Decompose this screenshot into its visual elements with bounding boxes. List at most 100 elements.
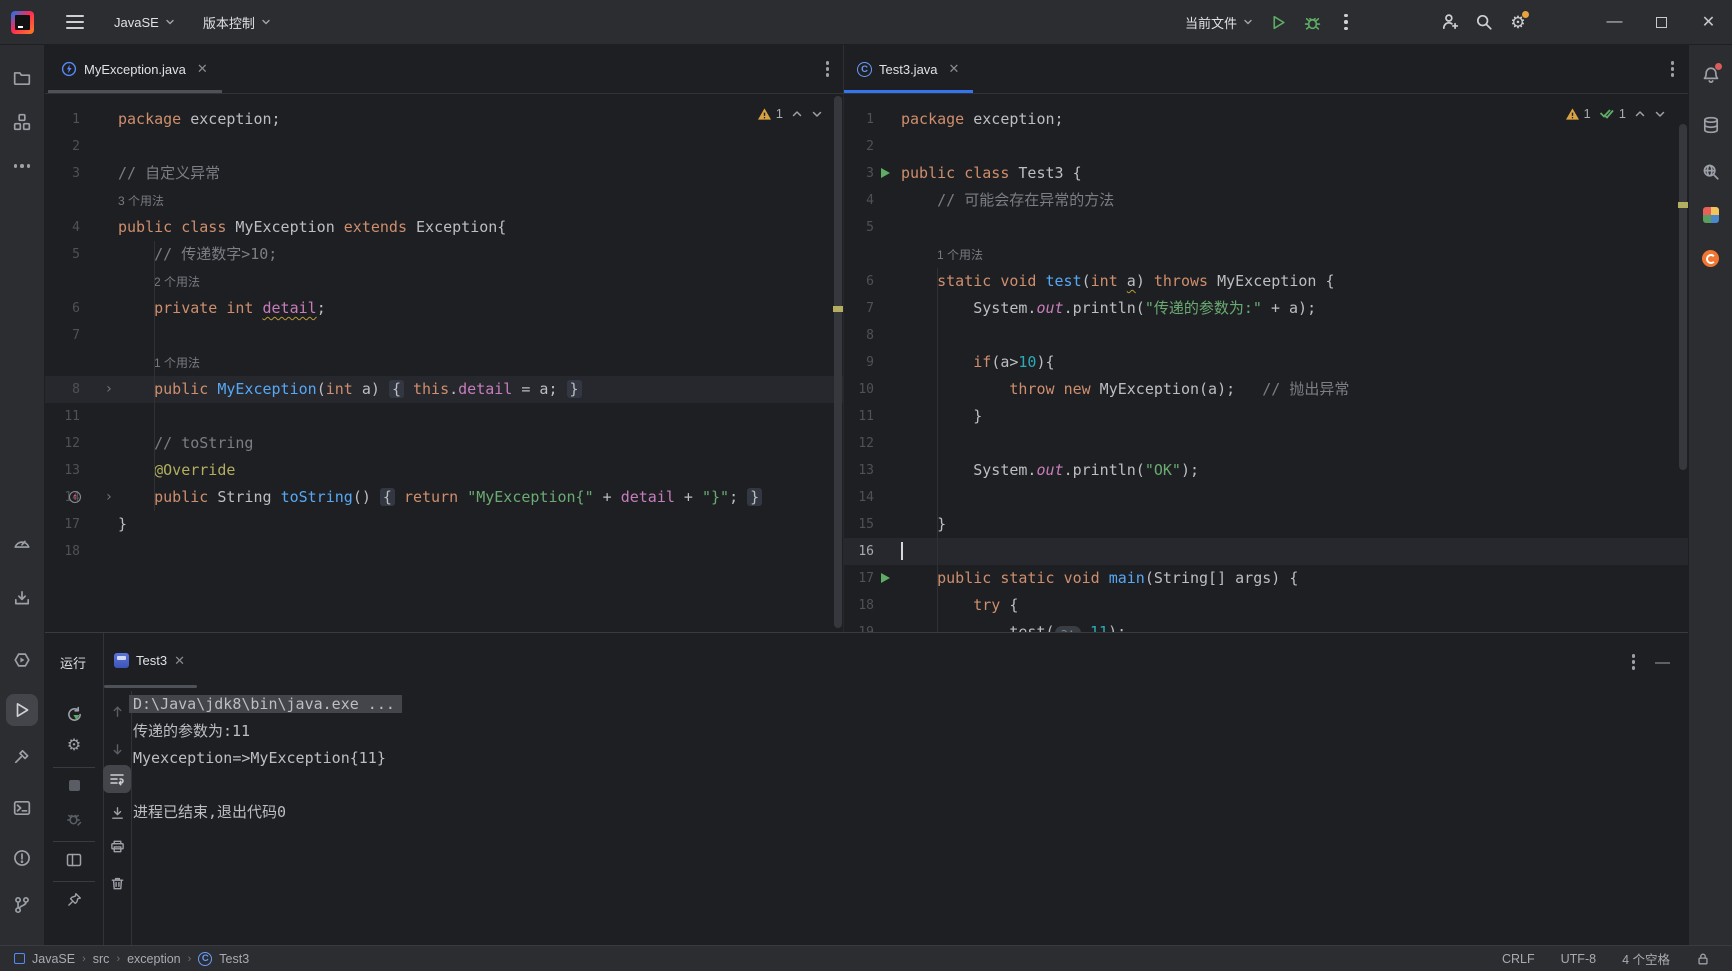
console-output[interactable]: D:\Java\jdk8\bin\java.exe ...传递的参数为:11My… <box>133 691 1688 945</box>
layout-settings-button[interactable] <box>60 846 88 874</box>
profiler-tool-icon gauge-icon[interactable] <box>6 526 38 558</box>
code-line[interactable]: 5 // 传递数字>10; <box>45 241 843 268</box>
inlay-hint-line[interactable]: 3 个用法 <box>45 187 843 214</box>
scroll-to-end-button[interactable] <box>103 799 131 827</box>
run-settings-button gear-icon[interactable]: ⚙ <box>60 732 88 760</box>
code-line[interactable]: 7 System.out.println("传递的参数为:" + a); <box>844 295 1688 322</box>
run-config-widget[interactable]: 当前文件 <box>1177 7 1261 37</box>
warning-stripe-mark[interactable] <box>833 306 843 312</box>
panel-hide-icon[interactable]: — <box>1655 654 1670 671</box>
code-line[interactable]: 18 try { <box>844 592 1688 619</box>
run-tool-icon play-icon[interactable] <box>6 694 38 726</box>
build-tool-icon hammer-icon[interactable] <box>6 741 38 773</box>
console-line[interactable]: Myexception=>MyException{11} <box>133 745 1688 772</box>
run-tab-test3[interactable]: Test3 ✕ <box>104 633 197 688</box>
code-line[interactable]: 6 static void test(int a) throws MyExcep… <box>844 268 1688 295</box>
code-line[interactable]: 15 } <box>844 511 1688 538</box>
console-line[interactable]: 传递的参数为:11 <box>133 718 1688 745</box>
code-line[interactable]: 17 public static void main(String[] args… <box>844 565 1688 592</box>
more-actions-button[interactable] <box>1329 7 1363 37</box>
image-plugin-icon[interactable] <box>1695 199 1727 231</box>
pin-button pin-icon[interactable] <box>60 885 88 913</box>
main-menu-icon[interactable] <box>66 15 84 29</box>
right-tab-options-icon[interactable] <box>1671 61 1675 77</box>
code-line[interactable]: 9 if(a>10){ <box>844 349 1688 376</box>
code-line[interactable]: 5 <box>844 214 1688 241</box>
tab-test3[interactable]: C Test3.java ✕ <box>844 45 973 93</box>
panel-more-icon[interactable] <box>1632 654 1636 670</box>
usages-inlay-hint[interactable]: 3 个用法 <box>118 194 164 208</box>
terminal-tool-icon[interactable] <box>6 792 38 824</box>
run-button[interactable] <box>1261 7 1295 37</box>
code-line[interactable]: 8 <box>844 322 1688 349</box>
console-line[interactable] <box>133 772 1688 799</box>
left-tab-options-icon[interactable] <box>826 61 830 77</box>
lock-icon[interactable] <box>1696 952 1710 966</box>
next-warning-icon[interactable] <box>1654 108 1666 120</box>
usages-inlay-hint[interactable]: 2 个用法 <box>154 275 200 289</box>
debug-button[interactable] <box>1295 7 1329 37</box>
indent-widget[interactable]: 4 个空格 <box>1622 949 1670 968</box>
usages-inlay-hint[interactable]: 1 个用法 <box>154 356 200 370</box>
settings-button[interactable]: ⚙ <box>1501 7 1535 37</box>
code-line[interactable]: 2 <box>844 133 1688 160</box>
up-stack-trace-button arrow-up-icon[interactable] <box>103 697 131 725</box>
code-line[interactable]: 8› public MyException(int a) { this.deta… <box>45 376 843 403</box>
inlay-hint-line[interactable]: 2 个用法 <box>45 268 843 295</box>
code-line[interactable]: 12 // toString <box>45 430 843 457</box>
maximize-button[interactable] <box>1638 0 1685 45</box>
code-with-me-button[interactable] <box>1433 7 1467 37</box>
code-line[interactable]: 13 System.out.println("OK"); <box>844 457 1688 484</box>
prev-warning-icon[interactable] <box>1634 108 1646 120</box>
rerun-button[interactable] <box>60 700 88 728</box>
code-line[interactable]: 18 <box>45 538 843 565</box>
code-line[interactable]: 2 <box>45 133 843 160</box>
close-button[interactable]: ✕ <box>1685 0 1732 45</box>
run-gutter-icon[interactable] <box>881 573 890 583</box>
install-tool-icon arrow-download-icon[interactable] <box>6 582 38 614</box>
code-line[interactable]: 13 @Override <box>45 457 843 484</box>
clear-button trash-icon[interactable] <box>103 869 131 897</box>
close-icon[interactable]: ✕ <box>197 61 208 77</box>
next-warning-icon[interactable] <box>811 108 823 120</box>
breadcrumb-item[interactable]: JavaSE <box>32 952 75 966</box>
stop-button[interactable] <box>60 771 88 799</box>
breadcrumb-item[interactable]: exception <box>127 952 181 966</box>
editor-left[interactable]: 1 1package exception;23// 自定义异常3 个用法4pub… <box>45 94 843 632</box>
breadcrumb-item[interactable]: src <box>93 952 110 966</box>
inlay-hint-line[interactable]: 1 个用法 <box>45 349 843 376</box>
web-search-icon globe-magnifier-icon[interactable] <box>1695 156 1727 188</box>
right-editor-scrollbar[interactable] <box>1678 94 1688 632</box>
code-line[interactable]: 14↑› public String toString() { return "… <box>45 484 843 511</box>
project-widget[interactable]: JavaSE <box>106 7 183 37</box>
close-icon[interactable]: ✕ <box>174 653 185 669</box>
code-line[interactable]: 16 <box>844 538 1688 565</box>
code-line[interactable]: 4public class MyException extends Except… <box>45 214 843 241</box>
code-line[interactable]: 3public class Test3 { <box>844 160 1688 187</box>
warning-stripe-mark[interactable] <box>1678 202 1688 208</box>
structure-tool-icon[interactable] <box>6 106 38 138</box>
code-line[interactable]: 12 <box>844 430 1688 457</box>
code-line[interactable]: 10 throw new MyException(a); // 抛出异常 <box>844 376 1688 403</box>
code-line[interactable]: 17} <box>45 511 843 538</box>
run-gutter-icon[interactable] <box>881 168 890 178</box>
line-separator-widget[interactable]: CRLF <box>1502 952 1535 966</box>
attach-debugger-button bug-icon[interactable] <box>60 805 88 833</box>
print-button printer-icon[interactable] <box>103 832 131 860</box>
code-line[interactable]: 6 private int detail; <box>45 295 843 322</box>
minimize-button[interactable]: — <box>1591 0 1638 45</box>
usages-inlay-hint[interactable]: 1 个用法 <box>937 248 983 262</box>
fold-arrow-icon[interactable]: › <box>105 376 113 403</box>
vcs-widget[interactable]: 版本控制 <box>195 7 279 37</box>
code-line[interactable]: 11 <box>45 403 843 430</box>
left-editor-scrollbar[interactable] <box>833 94 843 632</box>
code-line[interactable]: 11 } <box>844 403 1688 430</box>
notifications-icon bell-icon[interactable] <box>1695 59 1727 91</box>
problems-tool-icon exclamation-icon[interactable] <box>6 842 38 874</box>
code-line[interactable]: 1package exception; <box>45 106 843 133</box>
database-tool-icon[interactable] <box>1695 109 1727 141</box>
project-tool-icon folder-icon[interactable] <box>6 62 38 94</box>
code-line[interactable]: 4 // 可能会存在异常的方法 <box>844 187 1688 214</box>
orange-plugin-icon[interactable] <box>1695 242 1727 274</box>
soft-wrap-button[interactable] <box>103 765 131 793</box>
